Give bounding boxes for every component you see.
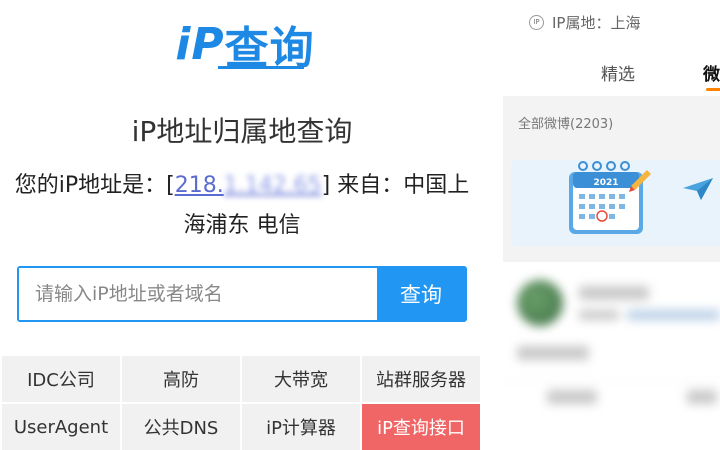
logo-underline — [218, 66, 304, 69]
tab-weibo[interactable]: 微 — [703, 60, 720, 85]
link-high-bandwidth[interactable]: 大带宽 — [242, 356, 360, 402]
logo-ip-text: iP — [175, 18, 225, 70]
ip-location-text: ] 来自：中国上 — [321, 173, 470, 198]
ip-result: 您的iP地址是：[218.1.142.65] 来自：中国上 海浦东 电信 — [0, 166, 484, 246]
weibo-profile-pane: IP IP属地：上海 精选 微 全部微博(2203) 2021 — [503, 0, 720, 432]
link-cluster-servers[interactable]: 站群服务器 — [362, 356, 480, 402]
ip-address-link[interactable]: 218.1.142.65 — [175, 173, 322, 198]
post-card-blurred[interactable] — [503, 262, 720, 432]
query-button[interactable]: 查询 — [377, 268, 465, 320]
links-grid: IDC公司 高防 大带宽 站群服务器 UserAgent 公共DNS iP计算器… — [2, 356, 480, 450]
link-ip-calculator[interactable]: iP计算器 — [242, 404, 360, 450]
tab-featured[interactable]: 精选 — [601, 60, 635, 85]
ip-lookup-page: iP 查询 iP地址归属地查询 您的iP地址是：[218.1.142.65] 来自… — [0, 0, 484, 450]
ip-search-form: 查询 — [17, 266, 467, 322]
ip-prefix: 您的iP地址是：[ — [14, 173, 175, 198]
link-public-dns[interactable]: 公共DNS — [122, 404, 240, 450]
site-logo[interactable]: iP 查询 — [165, 14, 325, 75]
profile-tabs: 精选 微 — [503, 44, 720, 96]
ip-location-bar: IP IP属地：上海 — [503, 0, 720, 44]
link-idc-company[interactable]: IDC公司 — [2, 356, 120, 402]
link-useragent[interactable]: UserAgent — [2, 404, 120, 450]
ip-search-input[interactable] — [19, 268, 377, 320]
page-title: iP地址归属地查询 — [131, 115, 353, 148]
calendar-illustration-icon: 2021 — [569, 161, 651, 234]
active-tab-indicator — [706, 88, 720, 91]
link-ip-query-api[interactable]: iP查询接口 — [362, 404, 480, 450]
all-posts-count: 全部微博(2203) — [518, 117, 614, 132]
paper-plane-icon — [683, 178, 713, 200]
ip-location-icon: IP — [529, 14, 544, 30]
calendar-banner[interactable]: 2021 — [511, 160, 720, 246]
link-ddos-protection[interactable]: 高防 — [122, 356, 240, 402]
avatar — [517, 280, 563, 326]
ip-location-label: IP属地：上海 — [552, 13, 641, 32]
ip-location-line2: 海浦东 电信 — [183, 213, 301, 238]
banner-year: 2021 — [593, 178, 618, 188]
